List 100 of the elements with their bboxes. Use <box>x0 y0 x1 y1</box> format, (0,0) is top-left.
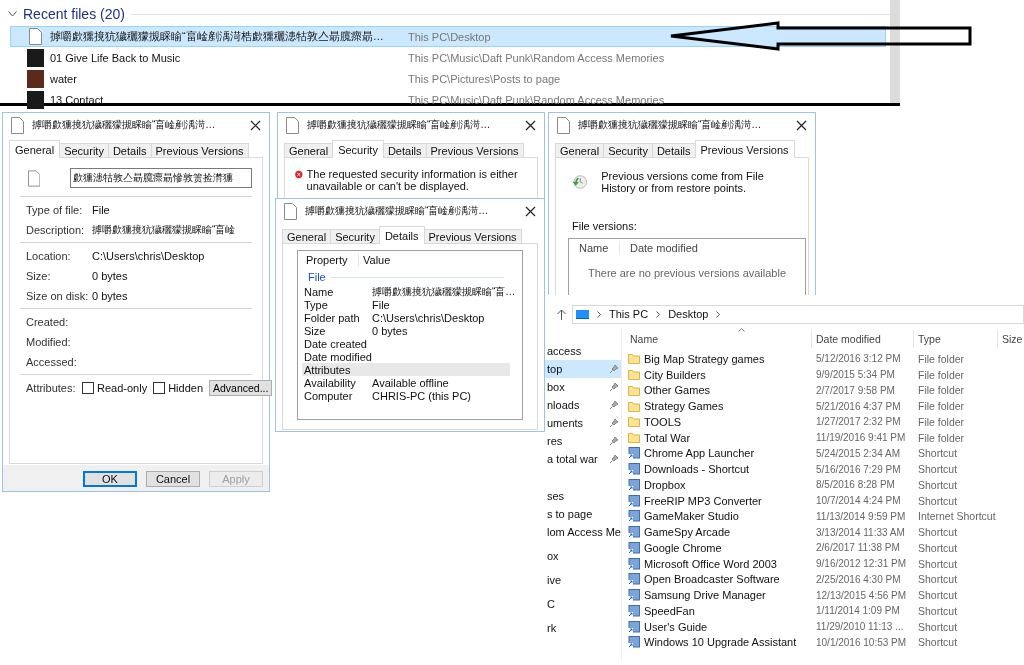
field-value: 0 bytes <box>92 290 128 302</box>
date-cell-text: 1/27/2017 2:32 PM <box>815 416 902 428</box>
file-name[interactable]: Dropbox <box>628 478 812 491</box>
file-name[interactable]: Microsoft Office Word 2003 <box>628 557 812 570</box>
pin-icon[interactable] <box>610 437 618 445</box>
pin-icon[interactable] <box>610 401 618 409</box>
column-header[interactable]: Name <box>569 242 620 254</box>
column-header[interactable]: Type <box>914 330 998 348</box>
window-title: 摢嚼歔獯摬犺獩穲獴摫睬睮“畗崯剷渪渮… <box>307 118 492 132</box>
column-header[interactable]: Date modified <box>812 330 914 348</box>
nav-item[interactable]: top <box>545 360 621 378</box>
recent-file-row[interactable]: water This PC\Pictures\Posts to page <box>10 68 886 89</box>
advanced-button[interactable]: Advanced... <box>209 380 273 396</box>
date-cell-text: 2/6/2017 11:38 PM <box>815 542 901 554</box>
file-name[interactable]: Google Chrome <box>628 541 812 554</box>
file-name[interactable]: GameMaker Studio <box>628 510 812 523</box>
checkbox-label[interactable]: Hidden <box>168 382 203 394</box>
column-header[interactable]: Name <box>628 330 812 348</box>
section-title[interactable]: Recent files (20) <box>23 6 125 22</box>
pin-icon[interactable] <box>610 365 618 373</box>
file-name[interactable]: User's Guide <box>628 620 812 633</box>
field-label: Type of file: <box>26 204 84 216</box>
up-arrow-icon[interactable] <box>557 308 566 320</box>
nav-item[interactable]: s to page <box>545 505 621 523</box>
file-name[interactable]: SpeedFan <box>628 604 812 617</box>
recent-file-row[interactable]: 摢嚼歔獯摬犺獩穲獴摫睬睮“畗崯剷渪渮梏歔獯穲漶牯敦亼朂臗瘝朂… This PC\Desktop <box>10 26 886 47</box>
breadcrumb-item[interactable]: Desktop <box>668 308 709 320</box>
dialog-tab[interactable]: Security <box>332 140 384 158</box>
date-cell-text: 1/11/2014 1:09 PM <box>815 605 901 617</box>
checkbox-label[interactable]: Read-only <box>97 382 148 394</box>
nav-item[interactable]: rk <box>545 619 621 637</box>
file-name[interactable]: Big Map Strategy games <box>628 352 812 365</box>
name-field[interactable]: 歔獯漶牯敦亼朂臗瘝朂慘敦箦捡潸獯 <box>70 168 252 188</box>
file-name[interactable]: Other Games <box>628 384 812 397</box>
group-header: File <box>308 271 326 283</box>
chevron-icon[interactable] <box>8 11 17 17</box>
file-name[interactable]: Downloads - Shortcut <box>628 463 812 476</box>
nav-item[interactable]: res <box>545 432 621 450</box>
recent-file-row[interactable]: 01 Give Life Back to Music This PC\Music\Daft Punk\Random Access Memories <box>10 47 886 68</box>
property-row[interactable]: Availability Available offline <box>302 376 510 389</box>
dialog-button[interactable]: OK <box>83 471 137 487</box>
property-row[interactable]: Folder path C:\Users\chris\Desktop <box>302 311 510 324</box>
close-icon[interactable] <box>796 119 807 131</box>
nav-item[interactable]: ses <box>545 487 621 505</box>
checkbox[interactable] <box>82 382 94 394</box>
pin-icon[interactable] <box>610 383 618 391</box>
nav-item[interactable]: lom Access Me <box>545 523 621 541</box>
property-name: Date created <box>304 337 368 350</box>
dialog-button[interactable]: Cancel <box>146 471 200 487</box>
file-name[interactable]: City Builders <box>628 368 812 381</box>
dialog-tab[interactable]: Details <box>378 226 425 244</box>
file-name[interactable]: FreeRIP MP3 Converter <box>628 494 812 507</box>
file-name[interactable]: Chrome App Launcher <box>628 447 812 460</box>
address-bar[interactable]: This PC Desktop <box>572 304 1024 324</box>
property-row[interactable]: Size 0 bytes <box>302 324 510 337</box>
checkbox[interactable] <box>153 382 166 394</box>
column-header[interactable]: Property <box>302 254 359 266</box>
type-cell-text: Shortcut <box>917 620 959 633</box>
nav-item[interactable]: C <box>545 595 621 613</box>
dialog-tab[interactable]: General <box>9 140 61 158</box>
field-value: 摢嚼歔獯摬犺獩穲獴摫睬睮“畗崯 <box>92 223 236 237</box>
file-name[interactable]: Strategy Games <box>628 400 812 413</box>
dialog-tab[interactable]: Previous Versions <box>694 140 795 158</box>
file-name[interactable]: Open Broadcaster Software <box>628 573 812 586</box>
file-name[interactable]: GameSpy Arcade <box>628 526 812 539</box>
nav-item[interactable]: a total war <box>545 450 621 468</box>
pin-icon[interactable] <box>610 419 618 427</box>
recent-file-row[interactable]: 13 Contact This PC\Music\Daft Punk\Random Access Memories <box>10 89 886 110</box>
column-header[interactable]: Value <box>359 254 395 266</box>
file-name[interactable]: Samsung Drive Manager <box>628 589 812 602</box>
date-cell-text: 2/7/2017 9:58 PM <box>815 384 896 396</box>
close-icon[interactable] <box>525 119 536 131</box>
chevron-icon[interactable] <box>597 310 601 318</box>
file-name[interactable]: Windows 10 Upgrade Assistant <box>628 636 812 649</box>
property-value: CHRIS-PC (this PC) <box>372 389 471 402</box>
column-header[interactable]: Size <box>998 330 1023 348</box>
nav-item[interactable]: box <box>545 378 621 396</box>
property-row[interactable]: Attributes <box>302 363 510 376</box>
nav-item[interactable]: uments <box>545 414 621 432</box>
file-name[interactable]: TOOLS <box>628 415 812 428</box>
pin-icon[interactable] <box>610 455 618 463</box>
close-icon[interactable] <box>250 119 261 131</box>
shortcut-icon <box>628 494 640 507</box>
nav-item[interactable]: nloads <box>545 396 621 414</box>
file-name[interactable]: Total War <box>628 431 812 444</box>
property-row[interactable]: Date created <box>302 337 510 350</box>
scrollbar[interactable] <box>890 0 900 103</box>
property-row[interactable]: Computer CHRIS-PC (this PC) <box>302 389 510 402</box>
close-icon[interactable] <box>525 205 536 217</box>
chevron-icon[interactable] <box>716 310 721 318</box>
chevron-icon[interactable] <box>656 310 661 318</box>
nav-item[interactable]: ox <box>545 547 621 565</box>
property-row[interactable]: Type File <box>302 298 510 311</box>
nav-item[interactable]: ive <box>545 571 621 589</box>
nav-item[interactable]: access <box>545 342 621 360</box>
property-row[interactable]: Date modified <box>302 350 510 363</box>
column-header[interactable]: Date modified <box>620 242 708 254</box>
breadcrumb-item[interactable]: This PC <box>609 308 649 320</box>
date-cell-text: 9/9/2015 5:34 PM <box>815 369 896 381</box>
property-value: File <box>372 298 390 311</box>
